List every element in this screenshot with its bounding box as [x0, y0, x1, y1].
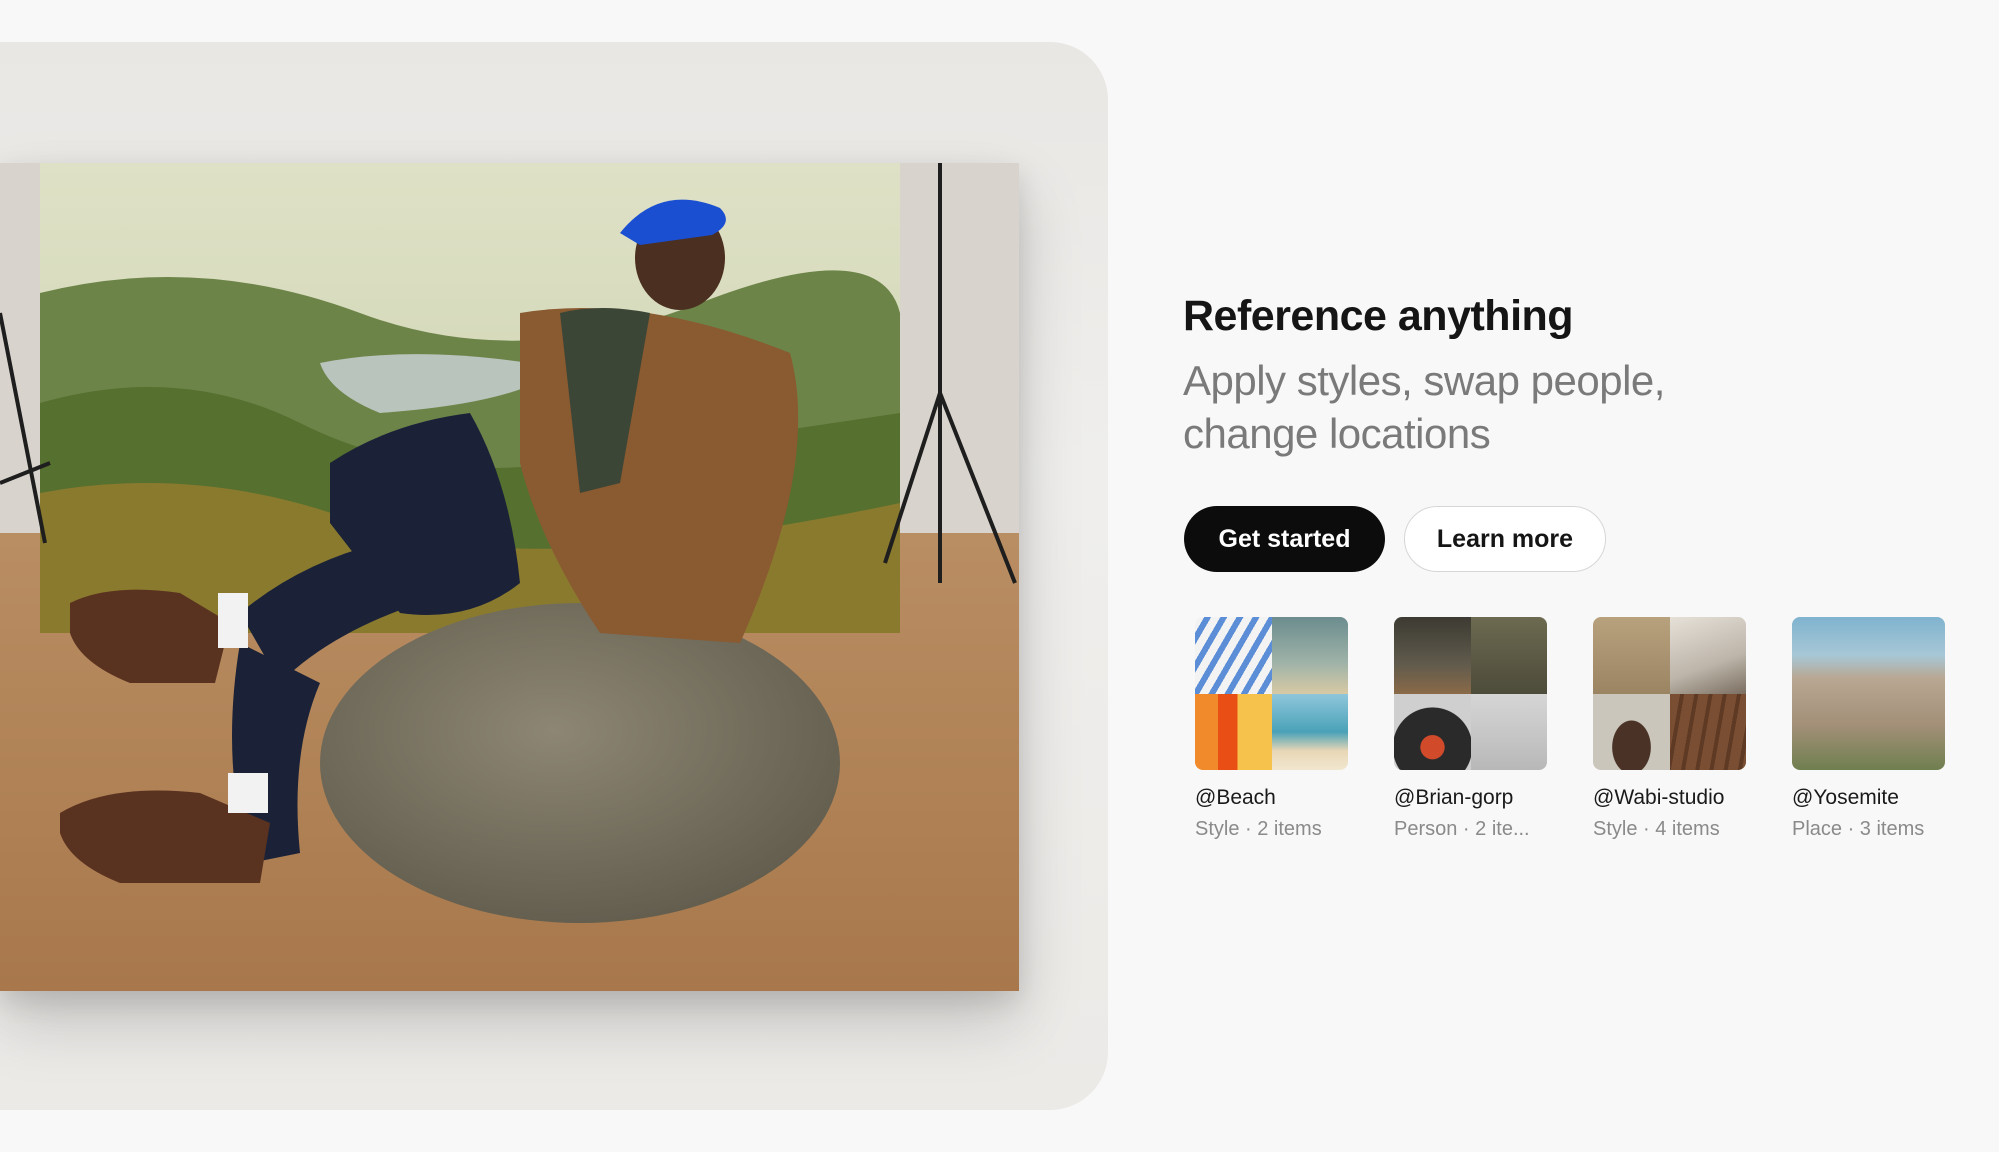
- reference-name: @Wabi-studio: [1593, 786, 1725, 809]
- reference-meta: Style · 2 items: [1195, 818, 1322, 840]
- stone-image: [1669, 617, 1746, 694]
- jacket-image: [1470, 693, 1547, 770]
- reference-card-yosemite[interactable]: @Yosemite Place · 3 items: [1792, 617, 1945, 841]
- color-block-image: [1195, 693, 1272, 770]
- wabi-studio-thumbnail: [1593, 617, 1746, 770]
- subhead: Apply styles, swap people, change locati…: [1183, 357, 1665, 457]
- reference-name: @Brian-gorp: [1394, 786, 1514, 809]
- reference-list: @Beach Style · 2 items @Brian-gorp Perso…: [1195, 617, 1945, 841]
- beach-chair-image: [1195, 617, 1272, 694]
- brian-gorp-thumbnail: [1394, 617, 1547, 770]
- portrait-image: [1394, 693, 1471, 770]
- cliff-image: [1792, 617, 1945, 770]
- headline: Reference anything: [1183, 292, 1574, 340]
- hero-image-card: [0, 42, 1108, 1110]
- reference-card-beach[interactable]: @Beach Style · 2 items: [1195, 617, 1348, 841]
- get-started-button[interactable]: Get started: [1184, 506, 1385, 572]
- reference-card-wabi-studio[interactable]: @Wabi-studio Style · 4 items: [1593, 617, 1746, 841]
- hero-photo-illustration: [0, 163, 1019, 991]
- hero-photo: [0, 163, 1019, 991]
- reference-card-brian-gorp[interactable]: @Brian-gorp Person · 2 ite...: [1394, 617, 1547, 841]
- wood-floor-image: [1669, 693, 1746, 770]
- palm-image: [1271, 617, 1348, 694]
- reference-name: @Beach: [1195, 786, 1276, 809]
- yosemite-thumbnail: [1792, 617, 1945, 770]
- reference-meta: Person · 2 ite...: [1394, 818, 1530, 840]
- pants-image: [1470, 617, 1547, 694]
- learn-more-button[interactable]: Learn more: [1404, 506, 1606, 572]
- reference-name: @Yosemite: [1792, 786, 1899, 809]
- bowl-image: [1593, 693, 1670, 770]
- boots-image: [1394, 617, 1471, 694]
- beach-thumbnail: [1195, 617, 1348, 770]
- reference-meta: Style · 4 items: [1593, 818, 1720, 840]
- wall-image: [1593, 617, 1670, 694]
- beach-shore-image: [1271, 693, 1348, 770]
- reference-meta: Place · 3 items: [1792, 818, 1925, 840]
